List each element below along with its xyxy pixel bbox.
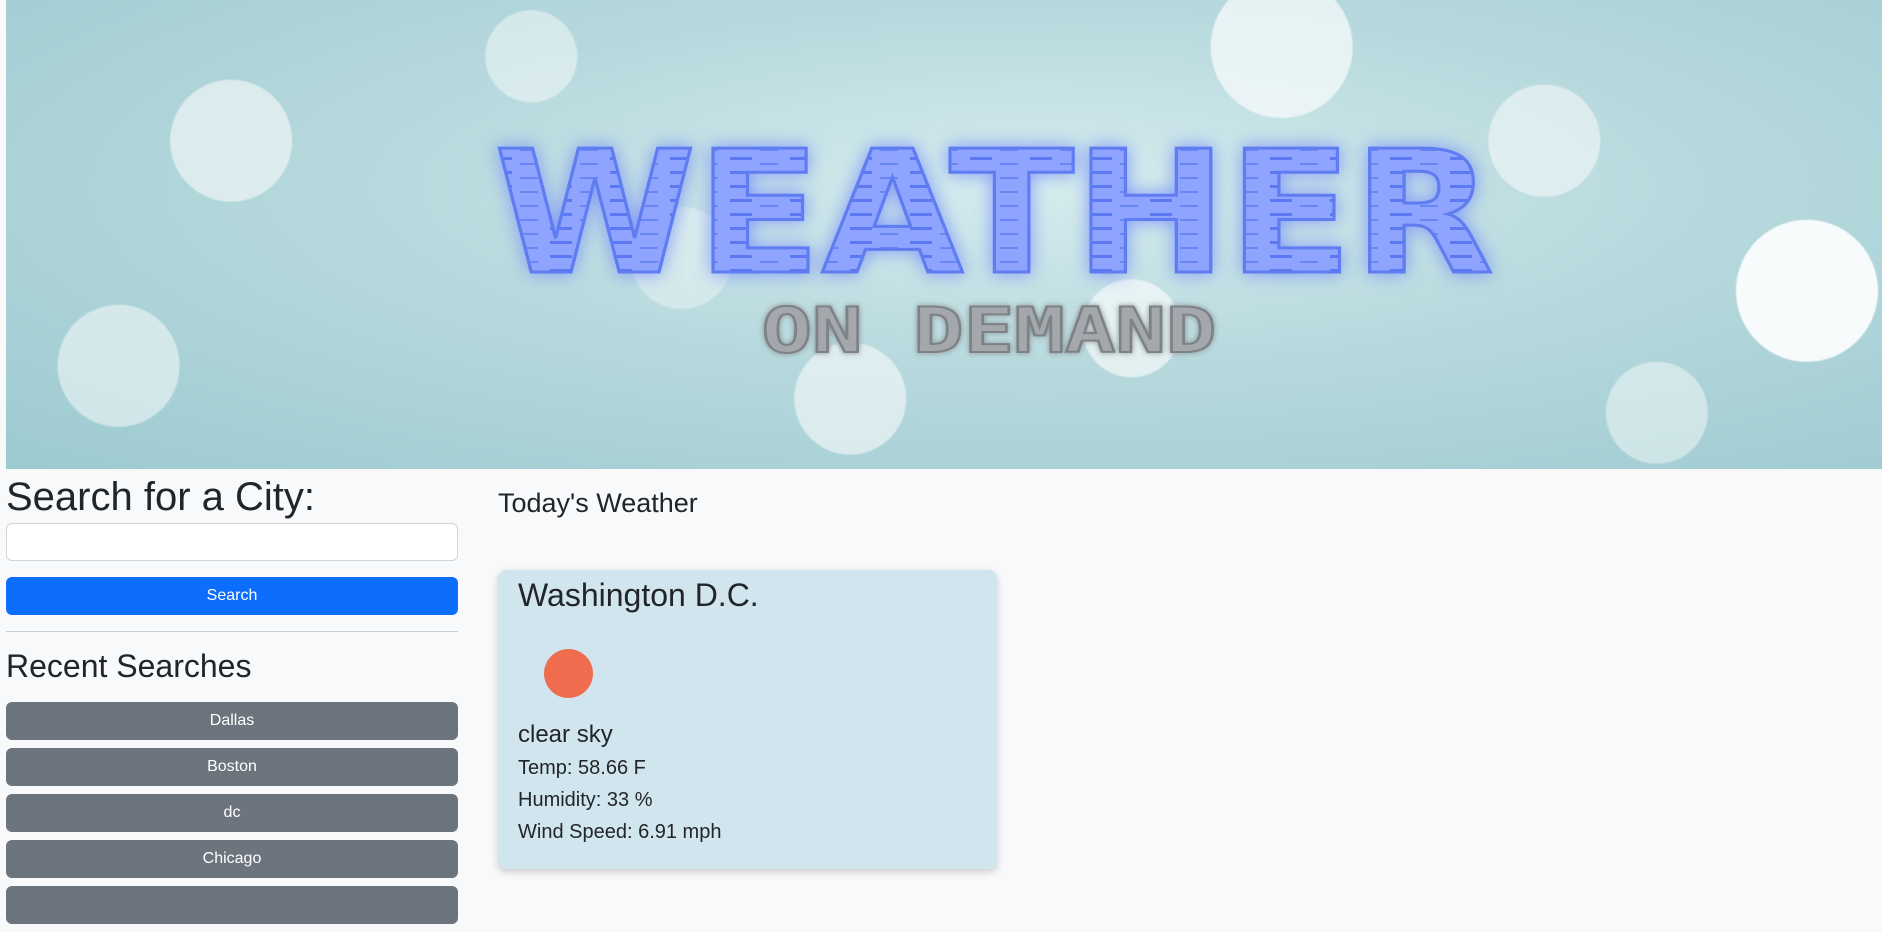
recent-search-button[interactable]: Dallas (6, 702, 458, 740)
banner-logo: WEATHER ON DEMAND (493, 114, 1496, 369)
sun-icon (544, 649, 593, 698)
city-name: Washington D.C. (518, 577, 759, 613)
current-weather-card: Washington D.C. clear sky Temp: 58.66 F … (498, 570, 997, 869)
search-button[interactable]: Search (6, 577, 458, 615)
wind-speed: Wind Speed: 6.91 mph (518, 821, 722, 843)
search-panel: Search for a City: Search Recent Searche… (6, 469, 458, 932)
temperature: Temp: 58.66 F (518, 757, 646, 779)
banner-title: WEATHER (494, 115, 1494, 313)
todays-weather-heading: Today's Weather (498, 488, 698, 518)
recent-search-button[interactable]: Boston (6, 748, 458, 786)
humidity: Humidity: 33 % (518, 789, 653, 811)
banner-subtitle: ON DEMAND (762, 294, 1217, 367)
recent-search-button[interactable]: Chicago (6, 840, 458, 878)
search-heading: Search for a City: (6, 475, 316, 519)
city-search-input[interactable] (6, 523, 458, 561)
hero-banner: WEATHER ON DEMAND (6, 0, 1882, 469)
divider (6, 631, 458, 632)
recent-searches-heading: Recent Searches (6, 648, 252, 684)
recent-searches-list: Dallas Boston dc Chicago (6, 702, 458, 924)
weather-description: clear sky (518, 721, 613, 748)
recent-search-button-partial[interactable] (6, 886, 458, 924)
recent-search-button[interactable]: dc (6, 794, 458, 832)
